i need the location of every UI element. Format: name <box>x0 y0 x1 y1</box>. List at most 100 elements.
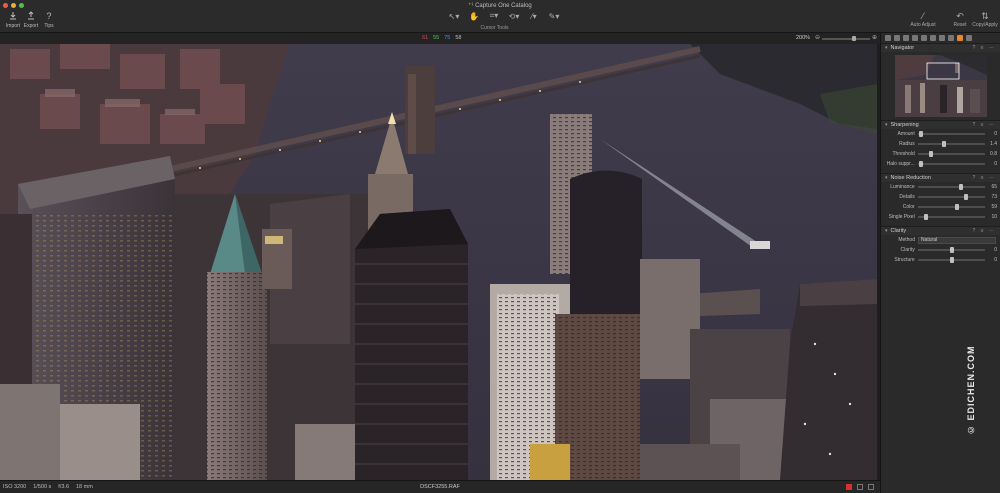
view-mode-buttons <box>846 484 874 490</box>
zoom-level[interactable]: 200% <box>796 35 810 41</box>
exposure-warning-icon[interactable] <box>846 484 852 490</box>
slider-handle[interactable] <box>918 131 923 137</box>
cursor-tools: ↖▾ ✋ ⌗▾ ⟲▾ ⁄▾ ✎▾ <box>447 11 561 21</box>
clarity-title: Clarity <box>890 228 907 234</box>
details-tab-icon[interactable] <box>957 35 963 41</box>
slider-value[interactable]: 10 <box>987 214 997 220</box>
pan-cursor-tool[interactable]: ✋ <box>467 11 481 21</box>
image-viewer[interactable] <box>0 44 877 480</box>
slider-track[interactable] <box>917 141 986 147</box>
noise-reduction-header[interactable]: ▾ Noise Reduction ? ≡ ⋯ <box>881 173 1000 182</box>
slider-label: Single Pixel <box>888 214 915 220</box>
library-tab-icon[interactable] <box>885 35 891 41</box>
slider-row: Structure 0 <box>881 255 1000 265</box>
slider-row: Color 59 <box>881 202 1000 212</box>
brush-cursor-tool[interactable]: ✎▾ <box>547 11 561 21</box>
export-icon <box>28 11 34 20</box>
sharpening-title: Sharpening <box>890 122 919 128</box>
crop-cursor-tool[interactable]: ⌗▾ <box>487 11 501 21</box>
clarity-controls: Clarity 0 Structure 0 <box>881 245 1000 265</box>
slider-handle[interactable] <box>924 214 929 220</box>
method-select[interactable]: Natural <box>918 236 996 244</box>
tips-button[interactable]: ? Tips <box>36 11 62 29</box>
metadata-tab-icon[interactable] <box>966 35 972 41</box>
slider-handle[interactable] <box>959 184 964 190</box>
slider-value[interactable]: 1.4 <box>987 141 997 147</box>
capture-tab-icon[interactable] <box>894 35 900 41</box>
slider-track[interactable] <box>917 151 986 157</box>
slider-handle[interactable] <box>929 151 934 157</box>
slider-label: Luminance <box>890 184 915 190</box>
slider-track[interactable] <box>917 161 986 167</box>
color-tab-icon[interactable] <box>930 35 936 41</box>
slider-label: Halo suppr... <box>886 161 915 167</box>
reset-button[interactable]: ↶ Reset <box>950 11 970 28</box>
auto-adjust-button[interactable]: ⁄ Auto Adjust <box>908 11 938 28</box>
section-actions[interactable]: ? ≡ ⋯ <box>973 122 996 128</box>
chevron-down-icon: ▾ <box>885 228 888 234</box>
styles-tab-icon[interactable] <box>948 35 954 41</box>
slider-track[interactable] <box>917 257 986 263</box>
slider-handle[interactable] <box>942 141 947 147</box>
crop-icon: ⌗▾ <box>489 11 499 20</box>
layers-tab-icon[interactable] <box>939 35 945 41</box>
zoom-slider[interactable] <box>822 36 870 41</box>
slider-value[interactable]: 0 <box>987 257 997 263</box>
slider-value[interactable]: 73 <box>987 194 997 200</box>
noise-reduction-title: Noise Reduction <box>890 175 931 181</box>
slider-value[interactable]: 0 <box>987 247 997 253</box>
cursor-tools-label: Cursor Tools <box>480 25 509 31</box>
zoom-slider-handle[interactable] <box>852 36 856 41</box>
slider-handle[interactable] <box>918 161 923 167</box>
slider-label: Amount <box>897 131 915 137</box>
slider-handle[interactable] <box>949 257 954 263</box>
slider-row: Halo suppr... 0 <box>881 159 1000 169</box>
lens-tab-icon[interactable] <box>903 35 909 41</box>
slider-handle[interactable] <box>955 204 960 210</box>
slider-value[interactable]: 59 <box>987 204 997 210</box>
slider-track[interactable] <box>917 204 986 210</box>
grid-view-icon[interactable] <box>857 484 863 490</box>
select-cursor-tool[interactable]: ↖▾ <box>447 11 461 21</box>
slider-track[interactable] <box>917 184 986 190</box>
navigator-preview <box>894 55 987 117</box>
method-label: Method <box>898 237 915 243</box>
hand-icon: ✋ <box>469 11 479 21</box>
exposure-tab-icon[interactable] <box>921 35 927 41</box>
sharpening-controls: Amount 0 Radius 1.4 Threshold 0.8 Halo suppr..… <box>881 129 1000 169</box>
zoom-in-icon[interactable]: ⊕ <box>872 34 877 41</box>
clarity-header[interactable]: ▾ Clarity ? ≡ ⋯ <box>881 226 1000 235</box>
sharpening-header[interactable]: ▾ Sharpening ? ≡ ⋯ <box>881 120 1000 129</box>
section-actions[interactable]: ? ≡ ⋯ <box>973 45 996 51</box>
slider-track[interactable] <box>917 131 986 137</box>
red-value: 61 <box>422 35 429 41</box>
slider-track[interactable] <box>917 194 986 200</box>
arrow-icon: ↖▾ <box>448 11 460 21</box>
slider-value[interactable]: 65 <box>987 184 997 190</box>
slider-value[interactable]: 0 <box>987 131 997 137</box>
slider-handle[interactable] <box>964 194 969 200</box>
zoom-out-icon[interactable]: ⊖ <box>815 34 820 41</box>
filename: DSCF3255.RAF <box>420 484 460 490</box>
reset-label: Reset <box>953 22 967 28</box>
copy-apply-button[interactable]: ⇅ Copy/Apply <box>971 11 999 28</box>
noise-reduction-controls: Luminance 65 Details 73 Color 59 Single Pixel 1… <box>881 182 1000 222</box>
slider-value[interactable]: 0.8 <box>987 151 997 157</box>
navigator-thumbnail[interactable] <box>894 55 987 117</box>
compare-view-icon[interactable] <box>868 484 874 490</box>
section-actions[interactable]: ? ≡ ⋯ <box>973 175 996 181</box>
copy-apply-icon: ⇅ <box>981 11 989 21</box>
navigator-header[interactable]: ▾ Navigator ? ≡ ⋯ <box>881 43 1000 52</box>
rotate-icon: ⟲▾ <box>508 11 520 21</box>
slider-track[interactable] <box>917 214 986 220</box>
rotate-cursor-tool[interactable]: ⟲▾ <box>507 11 521 21</box>
clarity-method-row: Method Natural <box>881 235 1000 245</box>
slider-handle[interactable] <box>949 247 954 253</box>
section-actions[interactable]: ? ≡ ⋯ <box>973 228 996 234</box>
navigator-title: Navigator <box>890 45 915 51</box>
picker-cursor-tool[interactable]: ⁄▾ <box>527 11 541 21</box>
tool-tabs <box>881 33 1000 43</box>
slider-value[interactable]: 0 <box>987 161 997 167</box>
composition-tab-icon[interactable] <box>912 35 918 41</box>
slider-track[interactable] <box>917 247 986 253</box>
